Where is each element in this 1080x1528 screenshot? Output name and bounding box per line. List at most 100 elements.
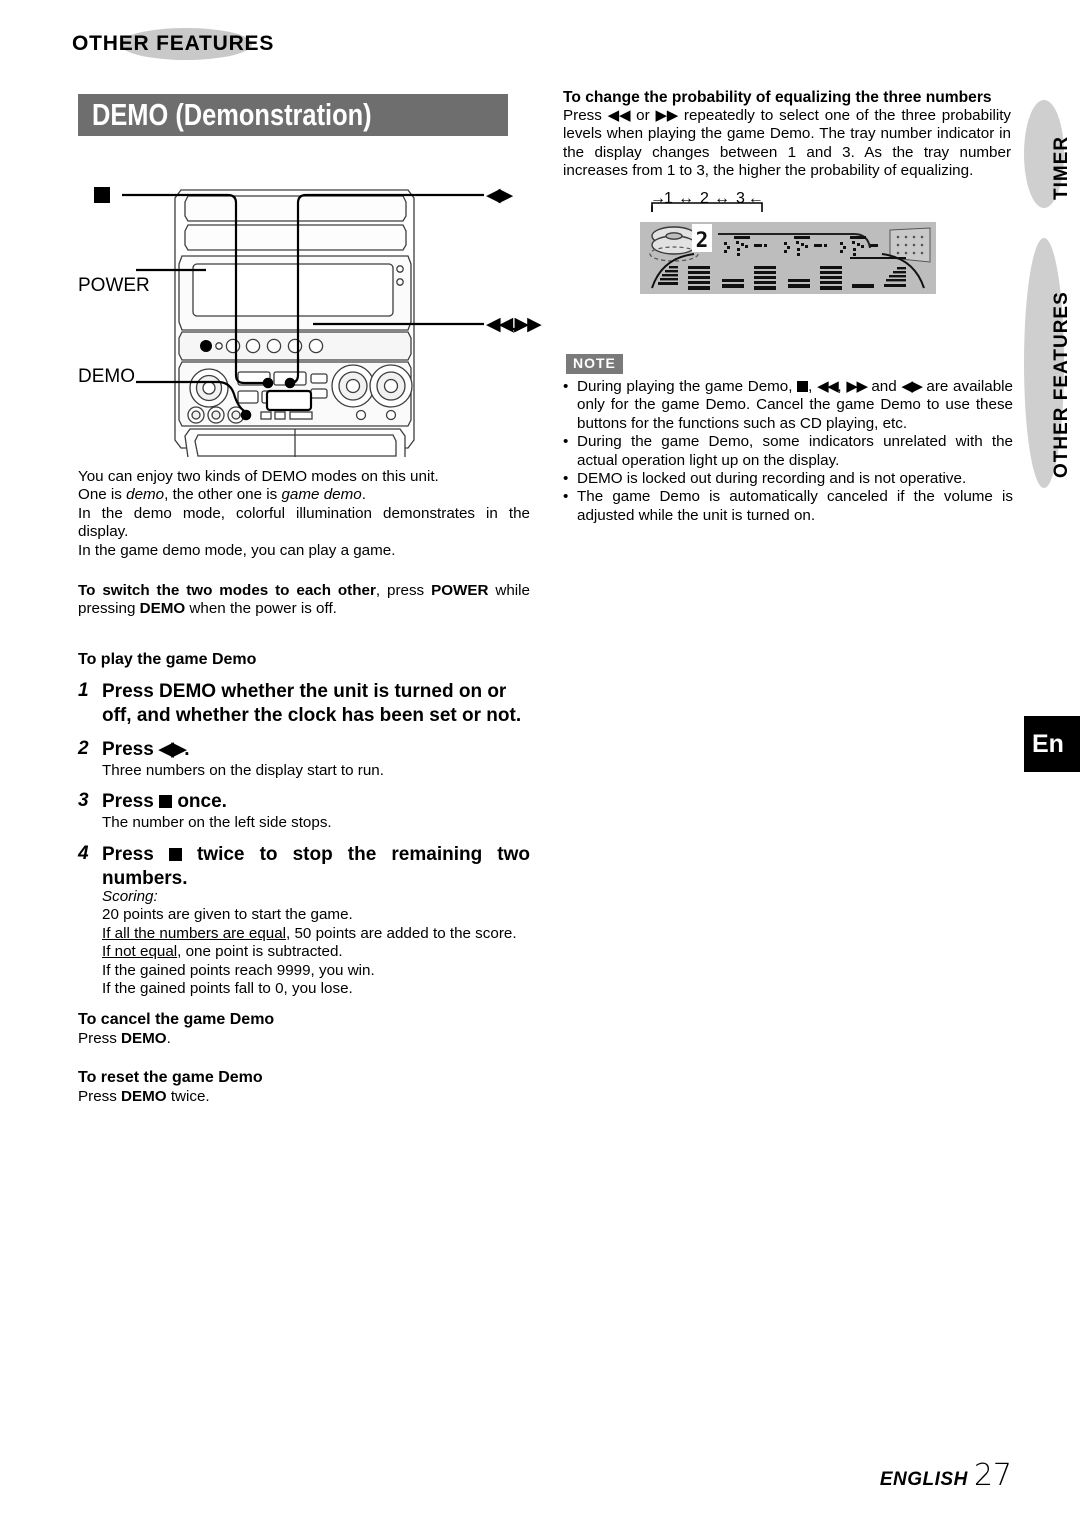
reset-game-demo-block: To reset the game Demo Press DEMO twice. <box>78 1068 530 1106</box>
probability-body-b: or <box>630 107 656 124</box>
step-2-title-pre: Press <box>102 739 160 760</box>
probability-body-a: Press <box>563 107 608 124</box>
scoring-line-2-underline: If all the numbers are equal <box>102 924 287 942</box>
reset-body-post: twice. <box>166 1088 210 1105</box>
side-tab-timer-label: TIMER <box>1051 135 1072 200</box>
step-1-number: 1 <box>78 680 89 701</box>
switch-modes-tail: when the power is off. <box>185 600 337 618</box>
tray-arrow-out: → <box>748 190 764 207</box>
stop-square-icon <box>797 381 809 392</box>
note-bullet: • <box>563 470 569 488</box>
side-tab-other-features[interactable]: OTHER FEATURES <box>1018 238 1072 488</box>
switch-modes-demo: DEMO <box>139 600 186 618</box>
cancel-game-demo-heading: To cancel the game Demo <box>78 1011 275 1028</box>
intro-em-demo: demo <box>126 486 165 504</box>
power-label: POWER <box>78 275 150 296</box>
footer-page-number: 27 <box>973 1458 1012 1493</box>
cancel-body-demo: DEMO <box>121 1030 167 1047</box>
reset-body-demo: DEMO <box>121 1088 167 1105</box>
note-item: • During playing the game Demo, , ◀◀, ▶▶ … <box>563 378 1013 433</box>
scoring-line-3: If not equal, one point is subtracted. <box>102 943 530 961</box>
tray-arrow-2: ↔ <box>714 190 730 207</box>
step-4-number: 4 <box>78 842 89 864</box>
tray-step-3: 3 <box>736 190 745 207</box>
scoring-label: Scoring: <box>102 888 158 905</box>
step-1-title: Press DEMO whether the unit is turned on… <box>102 681 522 726</box>
language-marker-label: En <box>1032 730 1064 758</box>
steps-list: 1 Press DEMO whether the unit is turned … <box>78 680 530 893</box>
fast-forward-icon: ▶▶ <box>655 107 680 124</box>
stop-square-icon <box>159 795 173 809</box>
intro-line-3: In the demo mode, colorful illumination … <box>78 504 530 541</box>
step-3-title: Press once. <box>102 790 530 814</box>
scoring-line-3-rest: , one point is subtracted. <box>177 943 343 961</box>
cancel-body-post: . <box>166 1030 171 1047</box>
scoring-line-2: If all the numbers are equal, 50 points … <box>102 925 530 943</box>
note-item: • DEMO is locked out during recording and… <box>563 470 1013 488</box>
intro-line-4: In the game demo mode, you can play a ga… <box>78 541 396 559</box>
rewind-icon: ◀◀ <box>817 378 839 395</box>
scoring-block: Scoring: 20 points are given to start th… <box>78 888 530 998</box>
switch-modes-text: To switch the two modes to each other, p… <box>78 582 530 619</box>
switch-modes-mid-1: , press <box>375 582 432 599</box>
side-tab-timer[interactable]: TIMER <box>1018 100 1072 208</box>
note-list: • During playing the game Demo, , ◀◀, ▶▶ … <box>563 378 1013 525</box>
note-bullet: • <box>563 433 569 451</box>
intro-line-2: One is demo, the other one is game demo. <box>78 486 530 504</box>
tray-step-1: 1 <box>664 190 673 207</box>
section-eyebrow-label: OTHER FEATURES <box>72 32 275 55</box>
cancel-body-pre: Press <box>78 1030 122 1047</box>
page-title: DEMO (Demonstration) <box>92 97 372 132</box>
switch-modes-power: POWER <box>431 582 489 599</box>
step-2-number: 2 <box>78 738 89 759</box>
probability-heading: To change the probability of equalizing … <box>563 89 992 106</box>
step-2: 2 Press ◀▶. Three numbers on the display… <box>78 738 530 780</box>
note-item-4-text: The game Demo is automatically canceled … <box>577 488 1013 524</box>
intro-line-2-a: One is <box>78 486 127 504</box>
note-badge: NOTE <box>566 354 623 374</box>
note-item-3-text: DEMO is locked out during recording and … <box>577 470 967 488</box>
left-right-button-label: ◀▶ <box>486 185 513 206</box>
section-eyebrow: OTHER FEATURES <box>72 28 292 62</box>
footer-language: ENGLISH <box>879 1469 968 1490</box>
step-2-title: Press ◀▶. <box>102 738 530 762</box>
tray-arrow-1: ↔ <box>678 190 694 207</box>
step-2-body: Three numbers on the display start to ru… <box>102 762 384 779</box>
fast-forward-icon: ▶▶ <box>846 378 868 395</box>
stop-square-icon <box>168 847 182 861</box>
play-game-demo-heading: To play the game Demo <box>78 650 530 670</box>
intro-line-1: You can enjoy two kinds of DEMO modes on… <box>78 468 439 485</box>
step-1: 1 Press DEMO whether the unit is turned … <box>78 680 530 728</box>
step-4: 4 Press twice to stop the remaining two … <box>78 843 530 891</box>
step-3: 3 Press once. The number on the left sid… <box>78 790 530 832</box>
step-2-title-post: . <box>184 739 190 760</box>
note-item-1-sep2: , <box>837 378 847 395</box>
language-marker-box: En <box>1024 716 1080 772</box>
reset-game-demo-body: Press DEMO twice. <box>78 1088 530 1106</box>
left-right-icon: ◀▶ <box>159 739 186 760</box>
step-4-title-pre: Press <box>102 843 169 865</box>
probability-body: Press ◀◀ or ▶▶ repeatedly to select one … <box>563 107 1011 181</box>
scoring-line-2-rest: , 50 points are added to the score. <box>286 924 517 942</box>
scoring-line-1: 20 points are given to start the game. <box>102 906 353 924</box>
reset-game-demo-heading: To reset the game Demo <box>78 1069 263 1086</box>
step-4-title: Press twice to stop the remaining two nu… <box>102 843 530 891</box>
cancel-game-demo-body: Press DEMO. <box>78 1030 530 1048</box>
skip-buttons-label: ◀◀,▶▶ <box>486 314 542 335</box>
side-tab-other-features-label: OTHER FEATURES <box>1051 291 1072 478</box>
cancel-game-demo-block: To cancel the game Demo Press DEMO. <box>78 1010 530 1048</box>
intro-em-game-demo: game demo <box>281 486 362 504</box>
stereo-system-figure: POWER DEMO ◀▶ ◀◀,▶▶ <box>78 172 542 457</box>
play-game-demo-heading-text: To play the game Demo <box>78 651 257 668</box>
intro-paragraph: You can enjoy two kinds of DEMO modes on… <box>78 468 530 560</box>
step-3-title-pre: Press <box>102 791 160 813</box>
note-item: • The game Demo is automatically canceled… <box>563 488 1013 525</box>
scoring-line-5: If the gained points fall to 0, you lose… <box>102 980 353 998</box>
step-3-number: 3 <box>78 790 89 812</box>
display-panel-figure: 2 → 1 ↔ 2 ↔ 3 → <box>638 190 938 304</box>
tray-step-2: 2 <box>700 190 709 207</box>
note-bullet: • <box>563 378 569 395</box>
step-3-body: The number on the left side stops. <box>102 814 332 832</box>
probability-block: To change the probability of equalizing … <box>563 88 1011 181</box>
left-right-icon: ◀▶ <box>901 378 923 395</box>
